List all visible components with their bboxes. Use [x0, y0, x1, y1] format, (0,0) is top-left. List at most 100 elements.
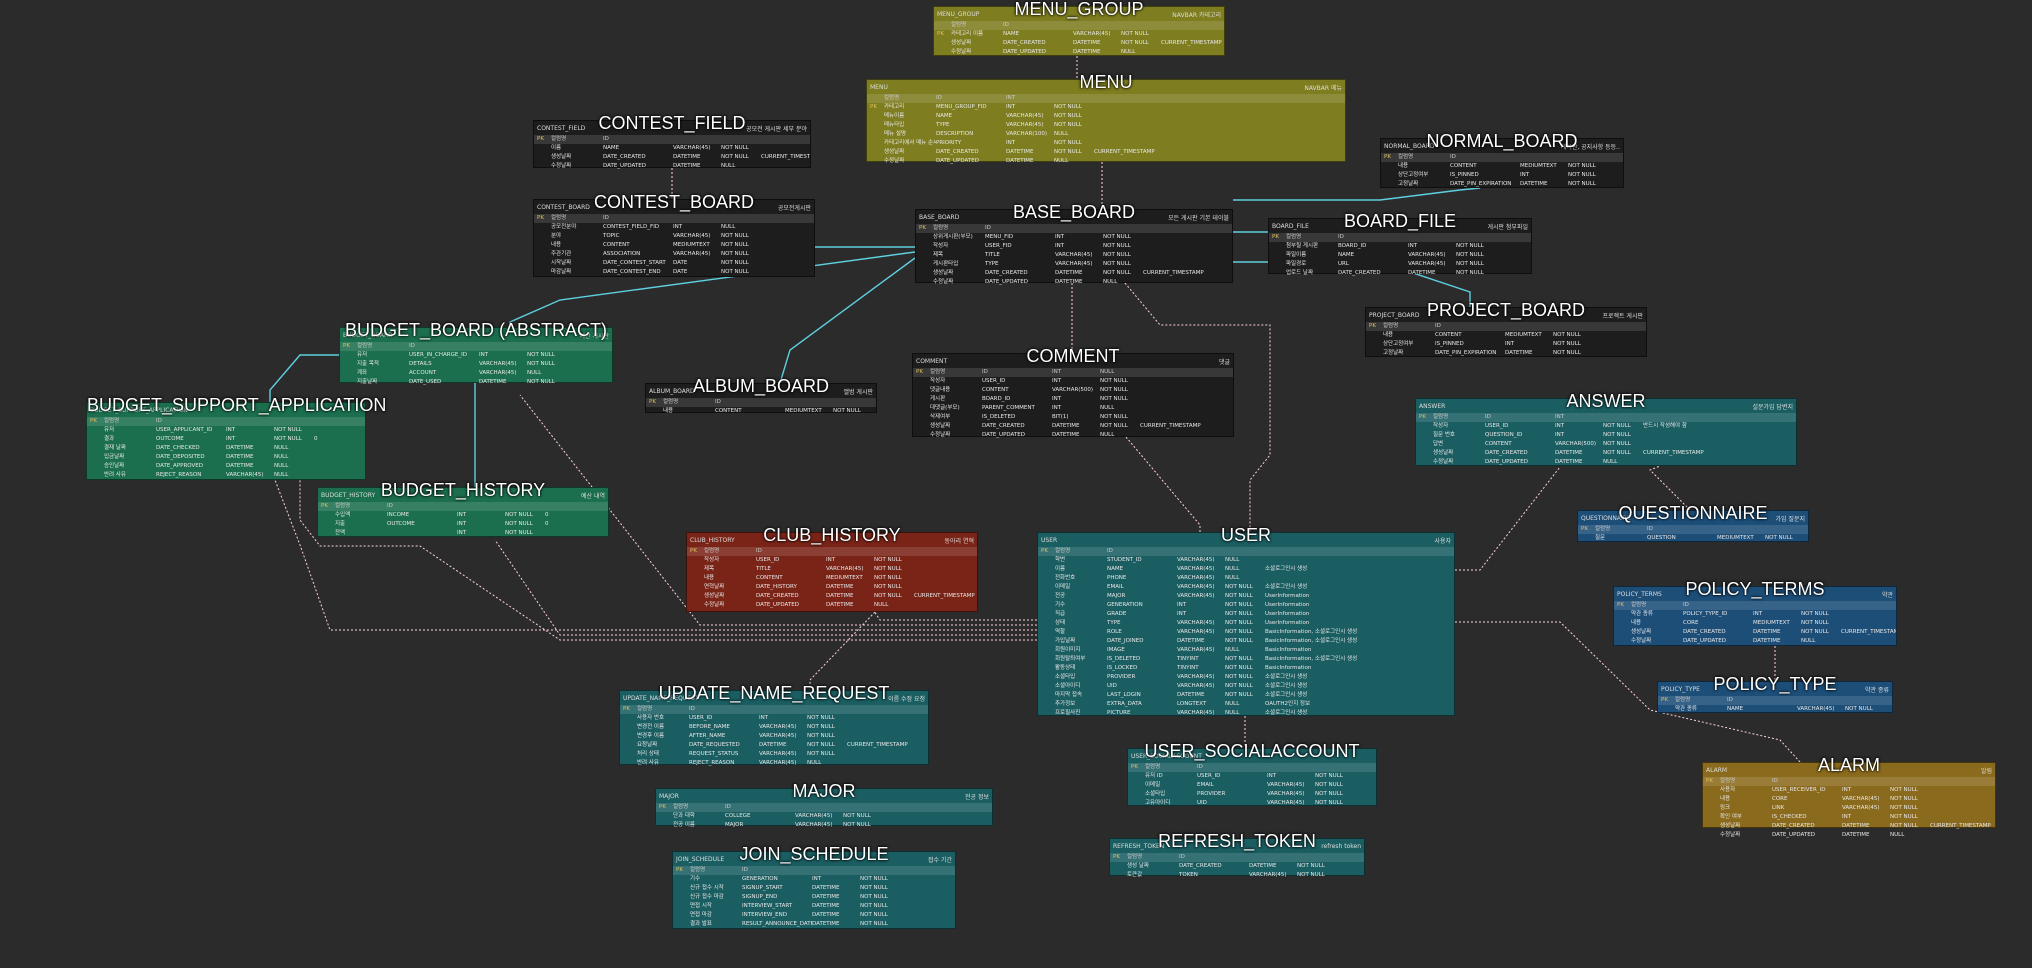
column-name-cell: USER_ID [756, 557, 780, 563]
default-cell [1841, 601, 1896, 610]
table-menu-group[interactable]: MENU_GROUP NAVBAR 카테고리 MENU_GROUP 컬럼명 ID PK 카테… [933, 0, 1225, 56]
table-update-name[interactable]: UPDATE_NAME_REQUEST 이름 수정 요청 UPDATE_NAME_R… [619, 683, 929, 766]
column-name-cell: DATE_CREATED [1683, 629, 1726, 635]
null-cell: NOT NULL [860, 912, 888, 918]
key-cell: PK [649, 399, 656, 405]
null-cell: NOT NULL [1225, 638, 1253, 644]
key-cell [1131, 790, 1145, 799]
table-policy-terms[interactable]: POLICY_TERMS 약관 POLICY_TERMS PK 컬럼명 ID 약관 종류 PO… [1613, 579, 1897, 646]
column-name-cell: ID [1647, 526, 1653, 532]
column-name-cell: DATE_CREATED [756, 593, 799, 599]
table-base-board[interactable]: BASE_BOARD 모든 게시판 기본 테이블 BASE_BOARD PK 컬럼명 ID… [915, 202, 1233, 285]
type-cell [785, 398, 833, 407]
type-cell: BIT(1) [1052, 414, 1069, 420]
comment-cell: 프로필사진 [1055, 710, 1081, 716]
column-row: 회원탈퇴여부 IS_DELETED TINYINT NOT NULL BasicInfo… [1038, 655, 1454, 664]
table-refresh-token[interactable]: REFRESH_TOKEN refresh token REFRESH_TOKEN P… [1109, 831, 1365, 878]
table-normal-board[interactable]: NORMAL_BOARD 게시판, 공지사항 등등.. NORMAL_BOARD PK… [1380, 131, 1624, 188]
column-name-cell: DATE_UPDATED [1003, 49, 1046, 55]
default-cell [1161, 30, 1224, 39]
null-cell: NOT NULL [505, 521, 533, 527]
column-name-cell: TYPE [985, 261, 999, 267]
null-cell: NOT NULL [860, 876, 888, 882]
key-cell [1041, 655, 1055, 664]
table-club-history[interactable]: CLUB_HISTORY 동아리 연혁 CLUB_HISTORY PK 컬럼명 ID 작성자… [686, 525, 978, 612]
type-cell: INT [1006, 104, 1016, 110]
default-cell [761, 250, 814, 259]
table-budget-history[interactable]: BUDGET_HISTORY 예산 내역 BUDGET_HISTORY PK 컬럼명 ID… [317, 480, 609, 538]
comment-cell: 소셜아이디 [1055, 683, 1081, 689]
default-cell [545, 502, 608, 511]
null-cell: NOT NULL [1568, 172, 1596, 178]
default-cell [1355, 772, 1376, 781]
column-header-row: PK 컬럼명 ID [646, 398, 876, 407]
column-row: 고정날짜 DATE_PIN_EXPIRATION DATETIME NOT NULL [1366, 349, 1646, 358]
table-policy-type[interactable]: POLICY_TYPE 약관 종류 POLICY_TYPE PK 컬럼명 ID 약관 종류 N… [1657, 674, 1893, 713]
key-cell [537, 259, 551, 268]
key-cell [343, 360, 357, 369]
key-cell: PK [537, 215, 544, 221]
default-cell [1337, 853, 1364, 862]
key-cell: PK [870, 104, 877, 110]
comment-cell: 생성날짜 [1631, 629, 1652, 635]
table-contest-field[interactable]: CONTEST_FIELD 공모전 게시판 세부 분야 CONTEST_FIELD P… [533, 113, 811, 169]
table-contest-board[interactable]: CONTEST_BOARD 공모전게시판 CONTEST_BOARD PK 컬럼명 ID 공… [533, 192, 815, 277]
table-answer[interactable]: ANSWER 설문가입 답변지 ANSWER PK 컬럼명 ID INT 작성자 USER_ID… [1415, 391, 1797, 466]
null-cell [527, 342, 567, 351]
column-row: 생성날짜 DATE_CREATED DATETIME NOT NULL CURRENT_… [534, 153, 810, 162]
column-name-cell: POLICY_TYPE_ID [1683, 611, 1728, 617]
null-cell: NOT NULL [721, 251, 749, 257]
null-cell: NOT NULL [1054, 140, 1082, 146]
type-cell [1249, 853, 1297, 862]
comment-cell: 면접 마감 [690, 912, 712, 918]
table-menu[interactable]: MENU NAVBAR 메뉴 MENU 컬럼명 ID INT PK 카테고리 MENU_GROU… [866, 72, 1346, 164]
column-row: PK 카테고리 MENU_GROUP_FID INT NOT NULL [867, 103, 1345, 112]
table-project-board[interactable]: PROJECT_BOARD 프로젝트 게시판 PROJECT_BOARD PK 컬럼명 I… [1365, 300, 1647, 358]
null-cell: NOT NULL [1603, 441, 1631, 447]
default-cell [1161, 21, 1224, 30]
table-small-name: MENU [870, 83, 888, 91]
column-row: 소셜타입 PROVIDER VARCHAR(45) NOT NULL 소셜로그인시 생성 [1038, 673, 1454, 682]
default-cell [1496, 269, 1531, 278]
table-description: 이름 수정 요청 [888, 695, 925, 703]
key-cell [1041, 610, 1055, 619]
table-budget-board[interactable]: BUDGET_BOARD 예산 게시판 BUDGET_BOARD (ABSTRACT… [339, 320, 613, 385]
null-cell [1121, 21, 1161, 30]
table-user-social[interactable]: USER_SOCIALACCOUNT USER_SOCIALACCOUNT PK 컬럼… [1127, 741, 1377, 806]
comment-cell: 유저 [357, 352, 368, 358]
key-cell [1369, 331, 1383, 340]
comment-cell: 수정날짜 [951, 49, 972, 55]
table-join-schedule[interactable]: JOIN_SCHEDULE 접수 기간 JOIN_SCHEDULE PK 컬럼명 ID 기수… [672, 844, 956, 929]
column-name-cell: CONTENT [1435, 332, 1462, 338]
table-questionnaire[interactable]: QUESTIONNAIRE 가입 질문지 QUESTIONNAIRE PK 컬럼명 ID 질… [1577, 503, 1809, 542]
comment-cell: 회원이미지 [1055, 647, 1081, 653]
key-cell [1041, 700, 1055, 709]
comment-cell: 메뉴이름 [884, 113, 905, 119]
type-cell: VARCHAR(45) [479, 370, 517, 376]
comment-cell: 내용 [551, 242, 562, 248]
default-cell [847, 723, 928, 732]
comment-cell: 게시판타입 [933, 261, 959, 267]
column-row: 카테고리에서 메뉴 순서 PRIORITY INT NOT NULL [867, 139, 1345, 148]
table-comment[interactable]: COMMENT 댓글 COMMENT PK 컬럼명 ID INT NULL 작성자 USER_ID… [912, 346, 1234, 438]
key-cell [1041, 646, 1055, 655]
table-budget-support[interactable]: BUDGET_SUPPORT_APPLICATION BUDGET_SUPPORT… [86, 395, 386, 480]
table-board-file[interactable]: BOARD_FILE 게시판 첨부파일 BOARD_FILE PK 컬럼명 ID 첨부될 게… [1268, 211, 1532, 276]
type-cell: VARCHAR(45) [1177, 566, 1215, 572]
table-alarm[interactable]: ALARM 알림 ALARM PK 컬럼명 ID 사용자 USER_RECEIVER_ID IN… [1702, 755, 1996, 838]
type-cell: INT [1052, 378, 1062, 384]
table-user[interactable]: USER 사용자 USER PK 컬럼명 ID 학번 STUDENT_ID VARCHAR(45… [1037, 525, 1455, 716]
table-description: 동아리 연혁 [944, 537, 974, 545]
type-cell: DATE [673, 260, 688, 266]
default-cell [1143, 224, 1232, 233]
comment-cell: 생성날짜 [951, 40, 972, 46]
comment-cell: 컬럼명 [1433, 414, 1449, 420]
null-cell: NULL [721, 224, 736, 230]
table-header: BUDGET_SUPPORT_APPLICATION [87, 403, 365, 417]
default-cell [1094, 130, 1345, 139]
default-cell [1496, 242, 1531, 251]
table-major[interactable]: MAJOR 전공 정보 MAJOR PK 컬럼명 ID 단과 대학 COLLEGE VARCHA… [655, 781, 993, 828]
column-name-cell [387, 529, 457, 538]
null-cell: NOT NULL [505, 512, 533, 518]
table-album-board[interactable]: ALBUM_BOARD 앨범 게시판 ALBUM_BOARD PK 컬럼명 ID 내용 CON… [645, 376, 877, 414]
